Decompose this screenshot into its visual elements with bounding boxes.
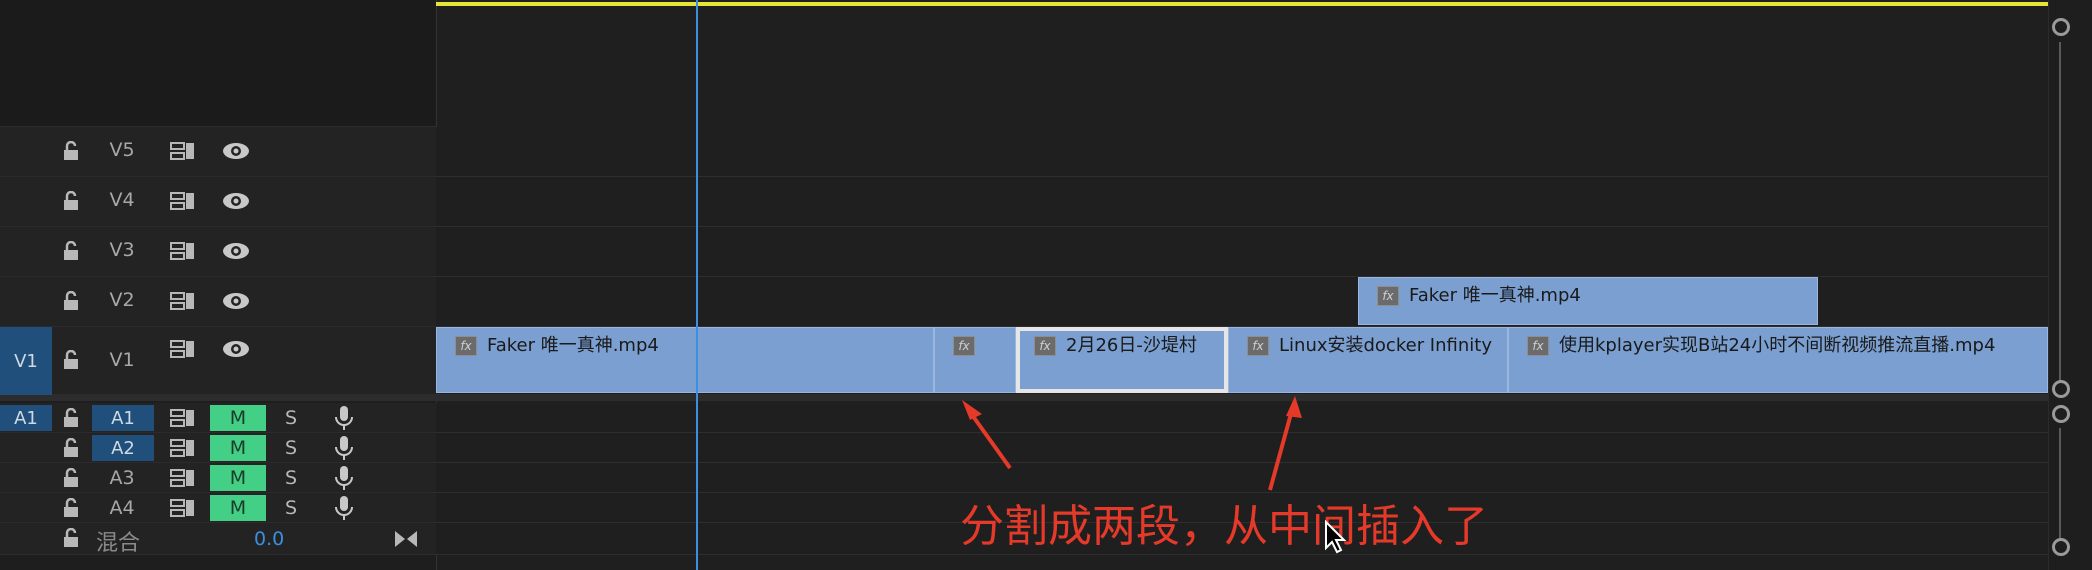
- annotation-arrows: [962, 396, 1302, 491]
- annotation-text: 分割成两段，从中间插入了: [960, 501, 1488, 552]
- arrow-head-icon: [1286, 396, 1302, 418]
- mouse-cursor-icon: [1325, 520, 1347, 554]
- arrow-head-icon: [962, 400, 982, 420]
